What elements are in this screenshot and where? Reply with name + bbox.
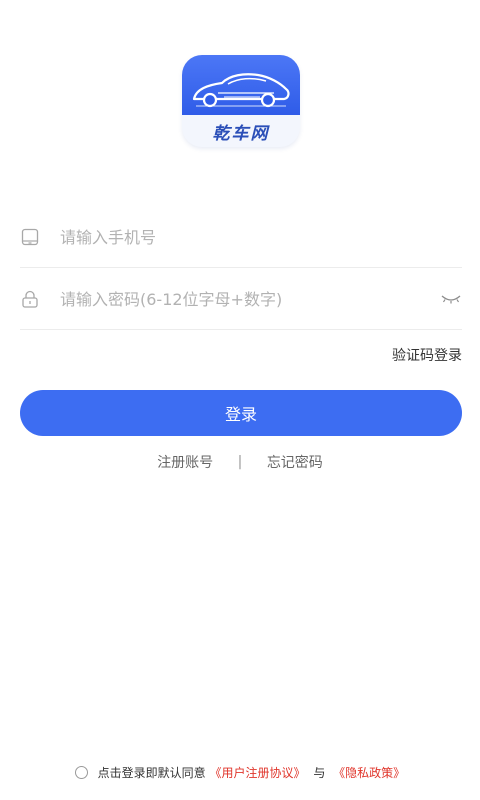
phone-field-row	[20, 206, 462, 268]
phone-icon	[21, 228, 39, 246]
password-field-row	[20, 268, 462, 330]
forgot-password-link[interactable]: 忘记密码	[267, 452, 323, 472]
password-input[interactable]	[60, 282, 420, 316]
agreement-radio[interactable]	[74, 766, 88, 779]
login-page: 乾车网 验证码登录 登录 注册账号 | 忘记密码	[0, 0, 480, 800]
agreement-conjunction: 与	[313, 766, 326, 780]
car-icon	[192, 73, 290, 108]
phone-input[interactable]	[60, 220, 420, 254]
sms-login-link[interactable]: 验证码登录	[392, 345, 462, 365]
login-button[interactable]: 登录	[20, 390, 462, 436]
agreement-prefix: 点击登录即默认同意	[97, 766, 206, 780]
lock-icon	[22, 290, 38, 308]
account-links: 注册账号 | 忘记密码	[0, 452, 480, 472]
app-logo: 乾车网	[182, 55, 300, 147]
privacy-policy-link[interactable]: 《隐私政策》	[333, 764, 405, 781]
link-separator: |	[237, 454, 243, 470]
register-link[interactable]: 注册账号	[157, 452, 213, 472]
user-agreement-link[interactable]: 《用户注册协议》	[209, 764, 305, 781]
eye-closed-icon[interactable]	[440, 293, 462, 305]
agreement-row: 点击登录即默认同意 《用户注册协议》 与 《隐私政策》	[0, 764, 480, 781]
logo-text: 乾车网	[212, 124, 270, 144]
